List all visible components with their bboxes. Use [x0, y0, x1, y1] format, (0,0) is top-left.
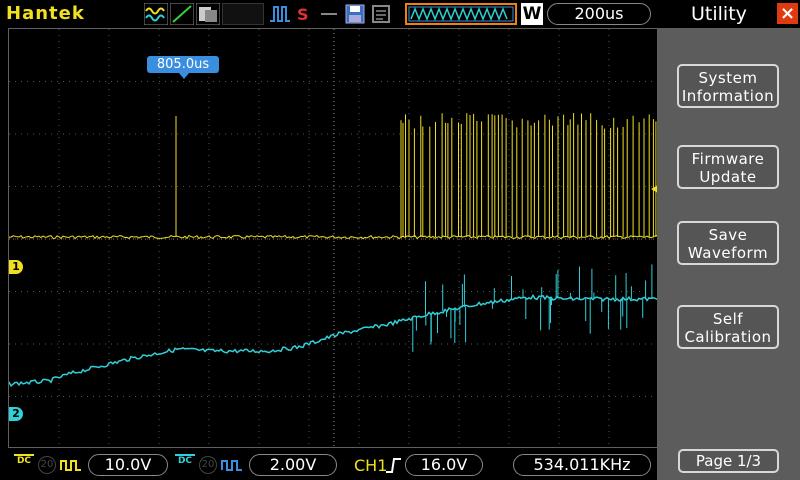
frequency-readout: 534.011KHz: [513, 454, 651, 476]
save-waveform-button[interactable]: Save Waveform: [677, 221, 779, 265]
trigger-source[interactable]: CH1: [354, 456, 387, 475]
ch1-bw-label: 20: [40, 459, 54, 470]
center-axes: [9, 29, 659, 449]
ch1-bw-limit-icon[interactable]: 20: [38, 456, 56, 474]
ch2-probe-icon: [221, 460, 242, 471]
button-label-line2: Update: [699, 168, 757, 186]
ch2-trace: [9, 293, 659, 387]
button-label-line1: Firmware: [691, 150, 765, 168]
status-blank: [222, 3, 264, 25]
button-label-line1: Save: [708, 226, 748, 244]
ch2-coupling-label: DC: [177, 456, 193, 466]
ch2-bw-limit-icon[interactable]: 20: [199, 456, 217, 474]
brand-logo: Hantek: [6, 3, 85, 24]
time-marker[interactable]: 805.0us: [147, 56, 219, 79]
math-icon[interactable]: [144, 3, 168, 25]
trigger-level-readout[interactable]: 16.0V: [405, 454, 483, 476]
ch2-volts-readout[interactable]: 2.00V: [249, 454, 337, 476]
trigger-position-indicator[interactable]: [405, 3, 517, 25]
run-icon[interactable]: [268, 3, 292, 25]
utility-menu-panel: Utility × System Information Firmware Up…: [657, 0, 800, 480]
ch1-trace: [9, 234, 659, 240]
button-label-line2: Calibration: [684, 328, 772, 346]
trigger-position-icon: [408, 6, 514, 22]
ch1-icon[interactable]: [170, 3, 194, 25]
ch1-coupling-label: DC: [16, 456, 32, 466]
ch2-marker[interactable]: 2: [9, 407, 23, 421]
svg-text:S: S: [297, 5, 309, 24]
ch1-coupling-icon[interactable]: DC: [14, 454, 34, 476]
button-label-line2: Waveform: [687, 244, 769, 262]
close-icon[interactable]: ×: [777, 3, 798, 24]
save-icon[interactable]: [344, 3, 366, 25]
persist-icon[interactable]: [196, 3, 220, 25]
system-information-button[interactable]: System Information: [677, 64, 779, 108]
page-button[interactable]: Page 1/3: [678, 449, 779, 473]
ch2-coupling-icon[interactable]: DC: [175, 454, 195, 476]
top-status-bar: Hantek S W 200us: [0, 0, 657, 28]
button-label-line1: System: [698, 69, 758, 87]
button-label-line1: Self: [712, 310, 744, 328]
ch1-marker[interactable]: 1: [9, 260, 23, 274]
record-icon[interactable]: S: [294, 3, 314, 25]
ch2-bw-label: 20: [201, 459, 215, 470]
firmware-update-button[interactable]: Firmware Update: [677, 145, 779, 189]
print-icon[interactable]: [370, 3, 392, 25]
self-calibration-button[interactable]: Self Calibration: [677, 305, 779, 349]
trigger-rising-edge-icon[interactable]: [384, 456, 402, 474]
bottom-status-bar: DC 20 10.0V DC 20 2.00V CH1 16.0V 534.01…: [0, 450, 657, 480]
timebase-readout[interactable]: 200us: [547, 3, 651, 25]
waveform-canvas: [9, 29, 659, 449]
ch1-pulses: [175, 113, 657, 237]
trigger-dash-icon: [321, 13, 337, 15]
window-mode-icon[interactable]: W: [521, 3, 543, 25]
button-label-line2: Information: [681, 87, 775, 105]
ch1-probe-icon: [60, 460, 81, 471]
ch1-volts-readout[interactable]: 10.0V: [88, 454, 168, 476]
waveform-display[interactable]: 805.0us 1 2: [8, 28, 665, 449]
